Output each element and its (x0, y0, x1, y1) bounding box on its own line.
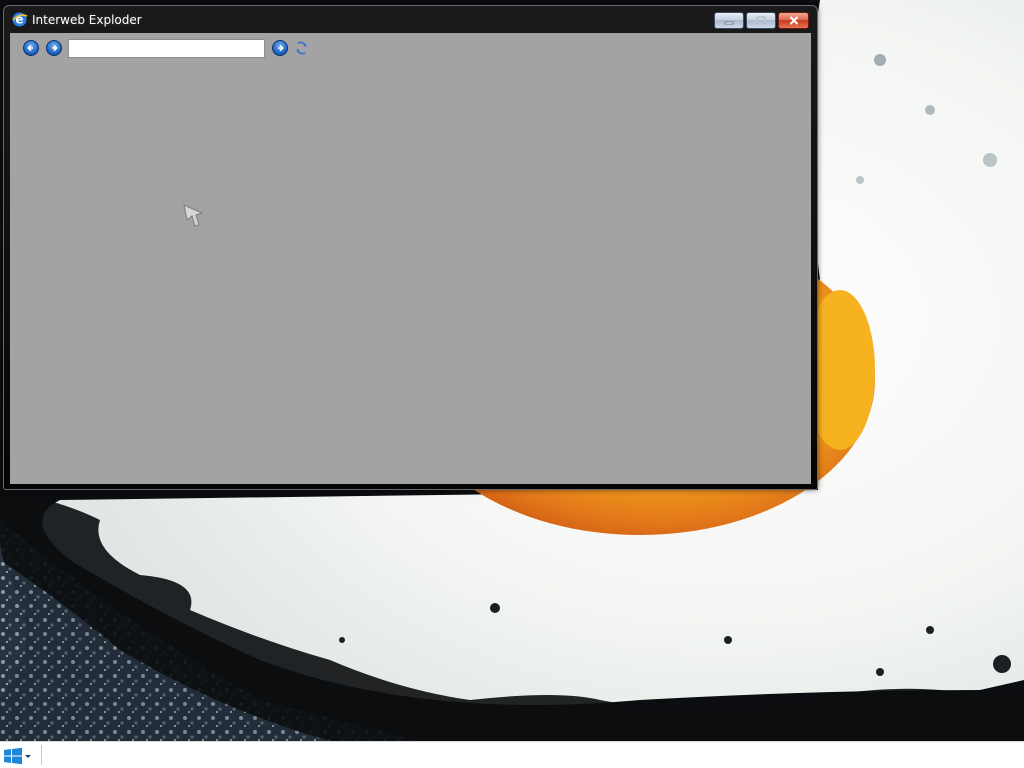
maximize-button[interactable] (746, 12, 776, 29)
minimize-button[interactable] (714, 12, 744, 29)
taskbar-divider (41, 745, 42, 765)
browser-window: e Interweb Exploder (3, 5, 818, 490)
browser-toolbar (10, 33, 811, 59)
back-button[interactable] (23, 40, 39, 56)
minimize-icon (724, 21, 734, 24)
mouse-cursor-icon (183, 204, 204, 227)
close-icon (789, 16, 798, 25)
refresh-icon[interactable] (294, 40, 309, 56)
go-arrow-icon (278, 44, 284, 52)
desktop: e Interweb Exploder (0, 0, 1024, 741)
close-button[interactable] (778, 12, 809, 29)
taskbar (0, 741, 1024, 768)
start-button[interactable] (2, 745, 38, 766)
forward-arrow-icon (52, 44, 58, 52)
forward-button[interactable] (46, 40, 62, 56)
window-title: Interweb Exploder (32, 13, 142, 27)
caption-buttons (714, 12, 809, 29)
browser-e-icon: e (12, 12, 28, 27)
go-button[interactable] (272, 40, 288, 56)
maximize-icon (756, 16, 766, 25)
browser-content-area[interactable] (10, 33, 811, 484)
chevron-down-icon (25, 754, 31, 758)
title-bar[interactable]: e Interweb Exploder (4, 6, 817, 34)
back-arrow-icon (27, 44, 33, 52)
windows-logo-icon (4, 747, 22, 764)
address-bar[interactable] (68, 39, 265, 58)
